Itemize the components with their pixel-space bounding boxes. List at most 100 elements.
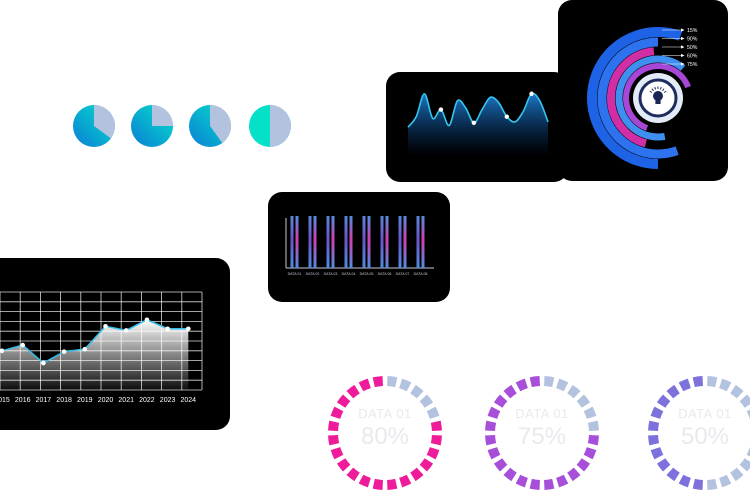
data-point xyxy=(144,317,150,323)
gauge-segment xyxy=(336,394,351,408)
gauge-segment xyxy=(410,467,424,482)
gauge-segment xyxy=(515,378,528,392)
bar xyxy=(398,216,402,268)
wave-chart-card xyxy=(386,72,568,182)
gauge-segment xyxy=(543,376,555,388)
data-point xyxy=(438,107,444,112)
bar xyxy=(403,216,407,268)
bar xyxy=(313,216,317,268)
gauge-segment xyxy=(372,376,384,388)
data-point xyxy=(186,326,191,332)
gauge-segment xyxy=(358,378,371,392)
gauge-segment xyxy=(706,376,718,388)
legend-label: 60% xyxy=(687,53,698,59)
bar-chart: DATA 01 DATA 02 DATA 03 DATA 04 DATA 05 DATA … xyxy=(285,216,434,276)
legend-arrow-icon xyxy=(681,36,685,41)
x-tick-label: 2022 xyxy=(139,397,155,404)
x-tick-label: DATA 02 xyxy=(306,272,320,276)
bar xyxy=(308,216,312,268)
ring-gauge-3: DATA 01 50% xyxy=(645,373,750,493)
gauge-segment xyxy=(692,478,704,490)
gauge-segment xyxy=(656,458,671,472)
legend-label: 15% xyxy=(687,28,698,34)
gauge-segment xyxy=(576,394,591,408)
gauge-segment xyxy=(358,474,371,488)
data-point xyxy=(41,360,46,366)
gauge-segment xyxy=(372,478,384,490)
bar xyxy=(421,216,425,268)
gauge-segment xyxy=(656,394,671,408)
x-tick-label: 2019 xyxy=(77,397,93,404)
data-point xyxy=(103,324,108,329)
legend-label: 90% xyxy=(687,36,698,42)
gauge-segment xyxy=(556,378,569,392)
gauge-segment xyxy=(386,376,398,388)
gauge-segment xyxy=(739,394,750,408)
gauge-segment xyxy=(730,384,744,399)
gauge-segment xyxy=(739,458,750,472)
gauge-segment xyxy=(399,378,412,392)
data-point xyxy=(82,346,88,352)
gauge-value: 75% xyxy=(517,423,567,450)
legend-arrow-icon xyxy=(681,53,685,58)
x-tick-label: 2017 xyxy=(36,397,52,404)
legend-label: 50% xyxy=(687,45,698,51)
gauge-segment xyxy=(730,467,744,482)
x-tick-label: DATA 03 xyxy=(324,272,338,276)
wave-line-chart xyxy=(407,91,549,156)
bar-chart-card: DATA 01 DATA 02 DATA 03 DATA 04 DATA 05 DATA … xyxy=(268,192,450,302)
bar xyxy=(331,216,335,268)
gauge-segment xyxy=(666,384,680,399)
ring-gauge-2: DATA 01 75% xyxy=(482,373,602,493)
radial-bar-chart: 15% 90% 50% 60% 75% xyxy=(587,27,698,169)
x-tick-label: DATA 04 xyxy=(342,272,356,276)
gauge-segment xyxy=(419,458,434,472)
gauge-segment xyxy=(336,458,351,472)
x-tick-label: 2023 xyxy=(160,397,176,404)
bar xyxy=(367,216,371,268)
data-point xyxy=(123,328,129,333)
gauge-segment xyxy=(493,394,508,408)
area-fill xyxy=(0,319,189,390)
gauge-segment xyxy=(678,474,691,488)
pie-chart-2 xyxy=(130,104,174,148)
gauge-segment xyxy=(719,474,732,488)
x-tick-label: 2024 xyxy=(181,397,197,404)
x-tick-label: 2020 xyxy=(98,397,114,404)
x-tick-label: DATA 01 xyxy=(288,272,302,276)
gauge-segment xyxy=(410,384,424,399)
legend-arrow-icon xyxy=(681,28,685,32)
bar xyxy=(362,216,366,268)
gauge-segment xyxy=(666,467,680,482)
data-point xyxy=(471,120,477,125)
gauge-segment xyxy=(503,384,517,399)
gauge-segment xyxy=(529,478,541,490)
bar xyxy=(349,216,353,268)
pie-chart-1 xyxy=(72,104,116,148)
gauge-segment xyxy=(515,474,528,488)
gauge-label: DATA 01 xyxy=(678,406,732,421)
gauge-segment xyxy=(567,384,581,399)
bar xyxy=(380,216,384,268)
x-tick-label: 2016 xyxy=(15,397,31,404)
gauge-segment xyxy=(346,467,360,482)
ring-gauge-1: DATA 01 80% xyxy=(325,373,445,493)
gauge-segment xyxy=(567,467,581,482)
area-chart: 2015 2016 2017 2018 2019 2020 2021 2022 2023 2024 xyxy=(0,291,203,404)
legend-label: 75% xyxy=(687,62,698,68)
gauge-segment xyxy=(719,378,732,392)
radial-chart-card: 15% 90% 50% 60% 75% xyxy=(558,0,728,181)
pie-slice-highlight xyxy=(270,105,291,147)
gauge-segment xyxy=(576,458,591,472)
data-point xyxy=(529,91,534,96)
bar xyxy=(295,216,299,268)
pie-chart-3 xyxy=(188,104,232,148)
data-point xyxy=(61,349,67,354)
gauge-segment xyxy=(678,378,691,392)
gauge-segment xyxy=(706,478,718,490)
data-point xyxy=(504,114,510,119)
gauge-segment xyxy=(386,478,398,490)
bar xyxy=(290,216,294,268)
pie-chart-4 xyxy=(248,104,292,148)
data-point xyxy=(165,326,170,332)
